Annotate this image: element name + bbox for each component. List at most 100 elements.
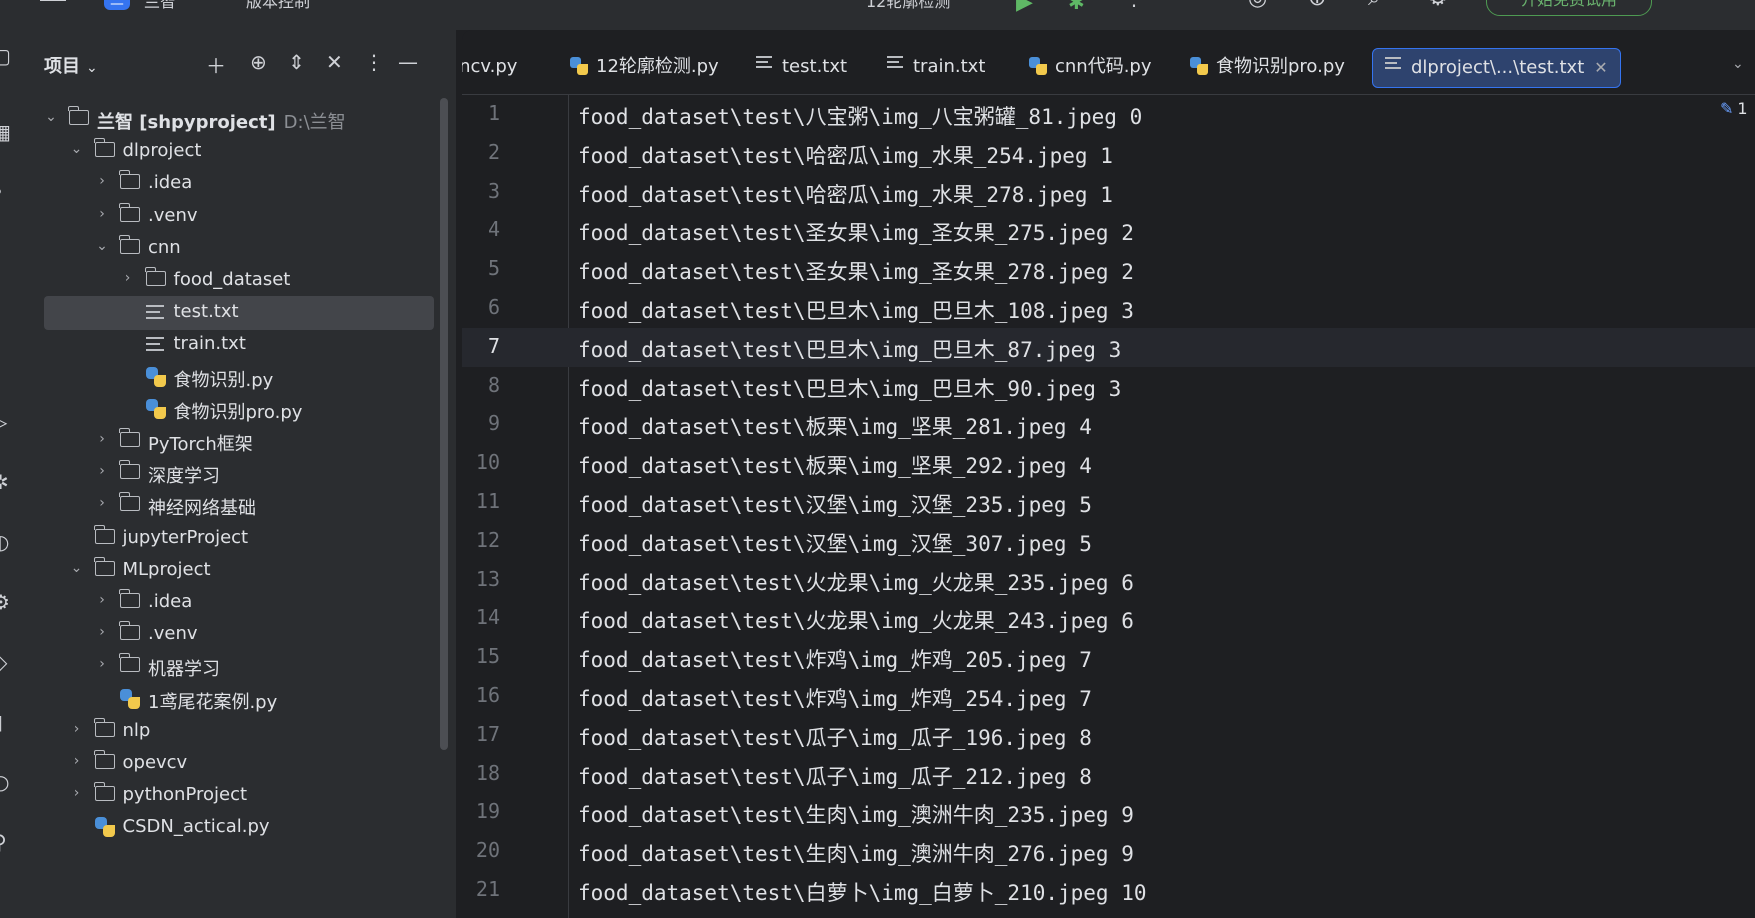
expand-all-icon[interactable]: ⇕: [288, 50, 305, 74]
code-line[interactable]: 1 food_dataset\test\八宝粥\img_八宝粥罐_81.jpeg …: [462, 95, 1755, 134]
close-tab-icon[interactable]: ✕: [1594, 58, 1607, 77]
tree-item[interactable]: › 神经网络基础: [26, 487, 446, 523]
code-line[interactable]: 10 food_dataset\test\板栗\img_坚果_292.jpeg 4: [462, 444, 1755, 483]
code-line[interactable]: 7 food_dataset\test\巴旦木\img_巴旦木_87.jpeg 3: [462, 327, 1755, 367]
inspection-indicator[interactable]: ✎ 1: [1720, 99, 1748, 118]
code-line[interactable]: 6 food_dataset\test\巴旦木\img_巴旦木_108.jpeg …: [462, 289, 1755, 328]
code-line[interactable]: 16 food_dataset\test\炸鸡\img_炸鸡_254.jpeg 7: [462, 677, 1755, 716]
project-tool-icon[interactable]: ▢: [0, 44, 12, 68]
panel-options-icon[interactable]: ⋮: [364, 50, 384, 74]
code-line[interactable]: 17 food_dataset\test\瓜子\img_瓜子_196.jpeg 8: [462, 716, 1755, 755]
tree-item[interactable]: ⌄ MLproject: [26, 552, 446, 588]
tab-list-chevron-icon[interactable]: ⌄: [1732, 56, 1744, 72]
code-line[interactable]: 3 food_dataset\test\哈密瓜\img_水果_278.jpeg 1: [462, 173, 1755, 212]
code-line[interactable]: 14 food_dataset\test\火龙果\img_火龙果_243.jpeg…: [462, 599, 1755, 638]
problems-tool-icon[interactable]: ○: [0, 770, 12, 794]
code-line[interactable]: 13 food_dataset\test\火龙果\img_火龙果_235.jpeg…: [462, 561, 1755, 600]
locate-file-icon[interactable]: ⊕: [250, 50, 267, 74]
tree-item[interactable]: › .idea: [26, 584, 446, 620]
code-line[interactable]: 12 food_dataset\test\汉堡\img_汉堡_307.jpeg 5: [462, 522, 1755, 561]
git-tool-icon[interactable]: ⚲: [0, 830, 12, 854]
tree-item[interactable]: › PyTorch框架: [26, 423, 446, 459]
project-name-dropdown[interactable]: 兰智: [144, 0, 176, 12]
debug-tool-icon[interactable]: ✲: [0, 470, 12, 494]
code-line[interactable]: 19 food_dataset\test\生肉\img_澳洲牛肉_235.jpeg…: [462, 793, 1755, 832]
code-line[interactable]: 4 food_dataset\test\圣女果\img_圣女果_275.jpeg …: [462, 211, 1755, 250]
tree-item[interactable]: › 深度学习: [26, 455, 446, 491]
code-line[interactable]: 21 food_dataset\test\白萝卜\img_白萝卜_210.jpeg…: [462, 871, 1755, 910]
chevron-right-icon[interactable]: ›: [95, 173, 109, 189]
code-line[interactable]: 18 food_dataset\test\瓜子\img_瓜子_212.jpeg 8: [462, 755, 1755, 794]
project-panel-title[interactable]: 项目 ⌄: [44, 52, 98, 78]
run-tool-icon[interactable]: ▷: [0, 410, 12, 434]
ai-assistant-icon[interactable]: ◎: [1248, 0, 1267, 11]
todo-tool-icon[interactable]: ›: [0, 890, 12, 914]
services-tool-icon[interactable]: ◐: [0, 530, 12, 554]
chevron-right-icon[interactable]: ›: [121, 270, 135, 286]
chevron-right-icon[interactable]: ›: [95, 656, 109, 672]
tree-item[interactable]: 食物识别.py: [26, 359, 446, 395]
chevron-right-icon[interactable]: ›: [95, 463, 109, 479]
chevron-down-icon[interactable]: ⌄: [70, 560, 84, 576]
editor-tab[interactable]: train.txt: [887, 48, 985, 88]
hamburger-menu-icon[interactable]: [40, 0, 66, 8]
more-tools-icon[interactable]: •: [0, 180, 12, 204]
tree-item[interactable]: › food_dataset: [26, 262, 446, 298]
start-trial-button[interactable]: 开始免费试用: [1486, 0, 1652, 16]
chevron-right-icon[interactable]: ›: [95, 592, 109, 608]
collapse-all-icon[interactable]: ✕: [326, 50, 343, 74]
code-line[interactable]: 11 food_dataset\test\汉堡\img_汉堡_235.jpeg 5: [462, 483, 1755, 522]
debug-icon[interactable]: ✱: [1068, 0, 1085, 14]
python-console-icon[interactable]: ◇: [0, 650, 12, 674]
chevron-right-icon[interactable]: ›: [95, 495, 109, 511]
settings-gear-icon[interactable]: ⚙: [1428, 0, 1448, 11]
tree-item[interactable]: jupyterProject: [26, 520, 446, 556]
tree-item[interactable]: train.txt: [26, 326, 446, 362]
project-badge-icon[interactable]: 兰: [104, 0, 130, 10]
chevron-down-icon[interactable]: ⌄: [44, 109, 58, 125]
tree-item[interactable]: › .venv: [26, 616, 446, 652]
code-line[interactable]: 15 food_dataset\test\炸鸡\img_炸鸡_205.jpeg 7: [462, 638, 1755, 677]
code-line[interactable]: 2 food_dataset\test\哈密瓜\img_水果_254.jpeg 1: [462, 134, 1755, 173]
editor-tab[interactable]: 食物识别pro.py: [1190, 48, 1345, 88]
code-line[interactable]: 9 food_dataset\test\板栗\img_坚果_281.jpeg 4: [462, 405, 1755, 444]
editor-tab[interactable]: cnn代码.py: [1029, 48, 1152, 88]
chevron-right-icon[interactable]: ›: [95, 624, 109, 640]
tree-item[interactable]: › 机器学习: [26, 648, 446, 684]
structure-tool-icon[interactable]: ▦: [0, 120, 12, 144]
run-config-dropdown[interactable]: 12轮廓检测: [866, 0, 950, 12]
tree-item[interactable]: › pythonProject: [26, 777, 446, 813]
tree-item[interactable]: 食物识别pro.py: [26, 391, 446, 427]
tree-item[interactable]: ⌄ cnn: [26, 230, 446, 266]
tree-item[interactable]: › nlp: [26, 713, 446, 749]
tree-item[interactable]: ⌄ 兰智 [shpyproject] D:\兰智: [26, 101, 446, 137]
editor-tab[interactable]: 12轮廓检测.py: [570, 48, 719, 88]
chevron-right-icon[interactable]: ›: [95, 431, 109, 447]
terminal-tool-icon[interactable]: ▯: [0, 710, 12, 734]
tree-scrollbar[interactable]: [440, 98, 448, 750]
editor-tab[interactable]: encv.py: [462, 48, 517, 88]
tree-item[interactable]: CSDN_actical.py: [26, 809, 446, 845]
tree-item[interactable]: › .venv: [26, 198, 446, 234]
search-icon[interactable]: ⌕: [1368, 0, 1380, 11]
tree-item[interactable]: test.txt: [26, 294, 446, 331]
editor-tab[interactable]: dlproject\...\test.txt ✕: [1372, 48, 1621, 88]
hide-panel-icon[interactable]: —: [398, 50, 418, 74]
new-file-icon[interactable]: ＋: [206, 50, 226, 79]
chevron-down-icon[interactable]: ⌄: [70, 141, 84, 157]
chevron-right-icon[interactable]: ›: [95, 206, 109, 222]
packages-tool-icon[interactable]: ⚙: [0, 590, 12, 614]
code-line[interactable]: 8 food_dataset\test\巴旦木\img_巴旦木_90.jpeg 3: [462, 367, 1755, 406]
tree-item[interactable]: 1鸢尾花案例.py: [26, 681, 446, 717]
tree-item[interactable]: › opevcv: [26, 745, 446, 781]
run-icon[interactable]: ▶: [1016, 0, 1033, 15]
chevron-right-icon[interactable]: ›: [70, 753, 84, 769]
chevron-right-icon[interactable]: ›: [70, 785, 84, 801]
more-icon[interactable]: ⋮: [1124, 0, 1144, 10]
vcs-dropdown[interactable]: 版本控制: [246, 0, 310, 12]
chevron-down-icon[interactable]: ⌄: [95, 238, 109, 254]
editor-tab[interactable]: test.txt: [756, 48, 847, 88]
tree-item[interactable]: › .idea: [26, 165, 446, 201]
code-line[interactable]: 5 food_dataset\test\圣女果\img_圣女果_278.jpeg …: [462, 250, 1755, 289]
chevron-right-icon[interactable]: ›: [70, 721, 84, 737]
